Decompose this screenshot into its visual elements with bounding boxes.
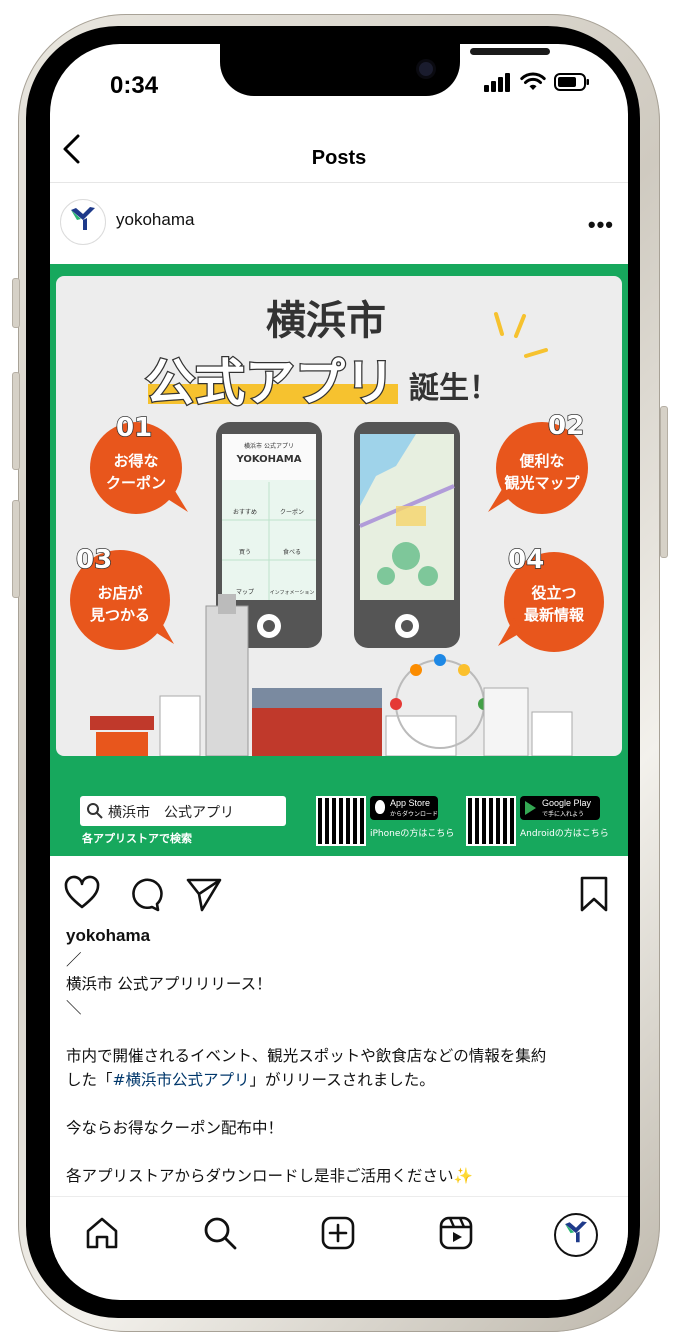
feature-bubble-01: 01 お得な クーポン bbox=[90, 412, 188, 514]
caption-line bbox=[66, 1020, 614, 1044]
caption-line: 各アプリストアからダウンロードし是非ご活用ください✨ bbox=[66, 1167, 473, 1185]
sparkle-lines bbox=[494, 312, 548, 358]
power-button bbox=[660, 406, 668, 558]
screen: 0:34 Posts yokohama ••• 横浜市 公式アプリ 誕生！ 01… bbox=[50, 44, 628, 1300]
qr-code-ios bbox=[316, 796, 366, 846]
svg-text:横浜市 公式アプリ: 横浜市 公式アプリ bbox=[244, 442, 294, 450]
home-icon[interactable] bbox=[82, 1213, 122, 1253]
like-heart-icon[interactable] bbox=[62, 874, 102, 914]
page-title: Posts bbox=[311, 147, 367, 169]
svg-text:03: 03 bbox=[76, 545, 112, 575]
share-send-icon[interactable] bbox=[184, 874, 224, 914]
google-play-sublabel: で手に入れよう bbox=[542, 811, 585, 818]
svg-text:見つかる: 見つかる bbox=[89, 606, 150, 624]
caption-line bbox=[66, 1140, 614, 1164]
search-box: 横浜市 公式アプリ bbox=[80, 796, 286, 826]
phone-mockup-map bbox=[354, 422, 460, 648]
yokohama-logo-icon bbox=[71, 207, 95, 230]
caption-text: した「 bbox=[66, 1071, 113, 1089]
svg-text:04: 04 bbox=[508, 545, 544, 575]
svg-text:役立つ: 役立つ bbox=[531, 584, 576, 602]
wifi-icon bbox=[520, 72, 546, 90]
caption-text: 」がリリースされました。 bbox=[249, 1071, 435, 1089]
image-title-suffix: 誕生！ bbox=[409, 371, 499, 406]
image-illustration: 横浜市 公式アプリ 誕生！ 01 お得な クーポン 02 便利な 観光マップ 0… bbox=[70, 298, 604, 756]
svg-text:買う: 買う bbox=[239, 549, 251, 556]
search-caption: 各アプリストアで検索 bbox=[82, 832, 192, 845]
speaker bbox=[470, 48, 550, 55]
signal-icon bbox=[484, 73, 510, 92]
svg-text:お店が: お店が bbox=[97, 584, 143, 602]
bottom-tab-bar bbox=[50, 1196, 628, 1283]
volume-down-button bbox=[12, 500, 20, 598]
caption-username[interactable]: yokohama bbox=[66, 924, 614, 948]
qr-code-android bbox=[466, 796, 516, 846]
more-options-icon[interactable]: ••• bbox=[588, 212, 614, 238]
svg-text:便利な: 便利な bbox=[519, 452, 564, 470]
svg-text:観光マップ: 観光マップ bbox=[504, 474, 580, 492]
svg-text:02: 02 bbox=[548, 411, 584, 441]
svg-text:01: 01 bbox=[116, 413, 152, 443]
status-icons bbox=[484, 72, 590, 92]
svg-text:おすすめ: おすすめ bbox=[233, 509, 257, 516]
search-box-text: 横浜市 公式アプリ bbox=[108, 805, 234, 821]
caption-line: 市内で開催されるイベント、観光スポットや飲食店などの情報を集約 bbox=[66, 1047, 547, 1065]
mute-switch bbox=[12, 278, 20, 328]
search-icon bbox=[87, 803, 103, 819]
app-store-sublabel: からダウンロード bbox=[390, 811, 439, 818]
svg-text:マップ: マップ bbox=[236, 589, 254, 596]
android-caption: Androidの方はこちら bbox=[520, 829, 609, 839]
avatar[interactable] bbox=[60, 199, 106, 245]
caption-line bbox=[66, 1092, 614, 1116]
app-store-badge: App Store からダウンロード bbox=[370, 796, 438, 820]
svg-text:最新情報: 最新情報 bbox=[524, 606, 585, 624]
caption-line: した「#横浜市公式アプリ」がリリースされました。 bbox=[66, 1068, 614, 1092]
svg-text:YOKOHAMA: YOKOHAMA bbox=[236, 454, 302, 465]
google-play-badge: Google Play で手に入れよう bbox=[520, 796, 600, 820]
svg-text:クーポン: クーポン bbox=[106, 474, 166, 492]
volume-up-button bbox=[12, 372, 20, 470]
svg-text:食べる: 食べる bbox=[283, 548, 301, 556]
post-header: yokohama ••• bbox=[50, 182, 628, 264]
post-actions bbox=[50, 870, 628, 920]
image-title-line2: 公式アプリ bbox=[145, 354, 395, 412]
comment-icon[interactable] bbox=[124, 874, 164, 914]
svg-text:お得な: お得な bbox=[113, 452, 158, 470]
google-play-icon bbox=[525, 801, 536, 815]
app-store-label: App Store bbox=[390, 798, 431, 808]
post-username[interactable]: yokohama bbox=[116, 210, 194, 230]
hashtag-link[interactable]: #横浜市公式アプリ bbox=[113, 1071, 250, 1089]
status-time: 0:34 bbox=[110, 72, 159, 99]
search-tab-icon[interactable] bbox=[200, 1213, 240, 1253]
camera bbox=[419, 62, 433, 76]
battery-icon bbox=[554, 73, 589, 91]
image-title-line1: 横浜市 bbox=[266, 298, 386, 344]
image-card: 横浜市 公式アプリ 誕生！ 01 お得な クーポン 02 便利な 観光マップ 0… bbox=[56, 276, 622, 756]
caption-line: 横浜市 公式アプリリリース！ bbox=[66, 975, 272, 993]
yokohama-logo-small-icon bbox=[565, 1221, 587, 1243]
post-caption: yokohama ／ 横浜市 公式アプリリリース！ ＼ 市内で開催されるイベント… bbox=[66, 924, 614, 1188]
svg-text:クーポン: クーポン bbox=[280, 508, 304, 516]
caption-line: 今ならお得なクーポン配布中！ bbox=[66, 1119, 284, 1137]
feature-bubble-02: 02 便利な 観光マップ bbox=[488, 410, 588, 514]
save-bookmark-icon[interactable] bbox=[574, 874, 614, 914]
feature-bubble-04: 04 役立つ 最新情報 bbox=[498, 544, 604, 652]
caption-line: ／ bbox=[66, 951, 82, 969]
caption-line: ＼ bbox=[66, 999, 82, 1017]
profile-avatar-tab[interactable] bbox=[554, 1213, 598, 1257]
feature-bubble-03: 03 お店が 見つかる bbox=[70, 544, 174, 650]
ios-caption: iPhoneの方はこちら bbox=[370, 829, 455, 839]
top-nav: Posts bbox=[50, 132, 628, 183]
apple-icon bbox=[375, 800, 385, 814]
create-post-icon[interactable] bbox=[318, 1213, 358, 1253]
notch bbox=[220, 44, 550, 96]
reels-icon[interactable] bbox=[436, 1213, 476, 1253]
svg-text:インフォメーション: インフォメーション bbox=[270, 590, 315, 596]
google-play-label: Google Play bbox=[542, 798, 592, 808]
post-image[interactable]: 横浜市 公式アプリ 誕生！ 01 お得な クーポン 02 便利な 観光マップ 0… bbox=[50, 264, 628, 856]
